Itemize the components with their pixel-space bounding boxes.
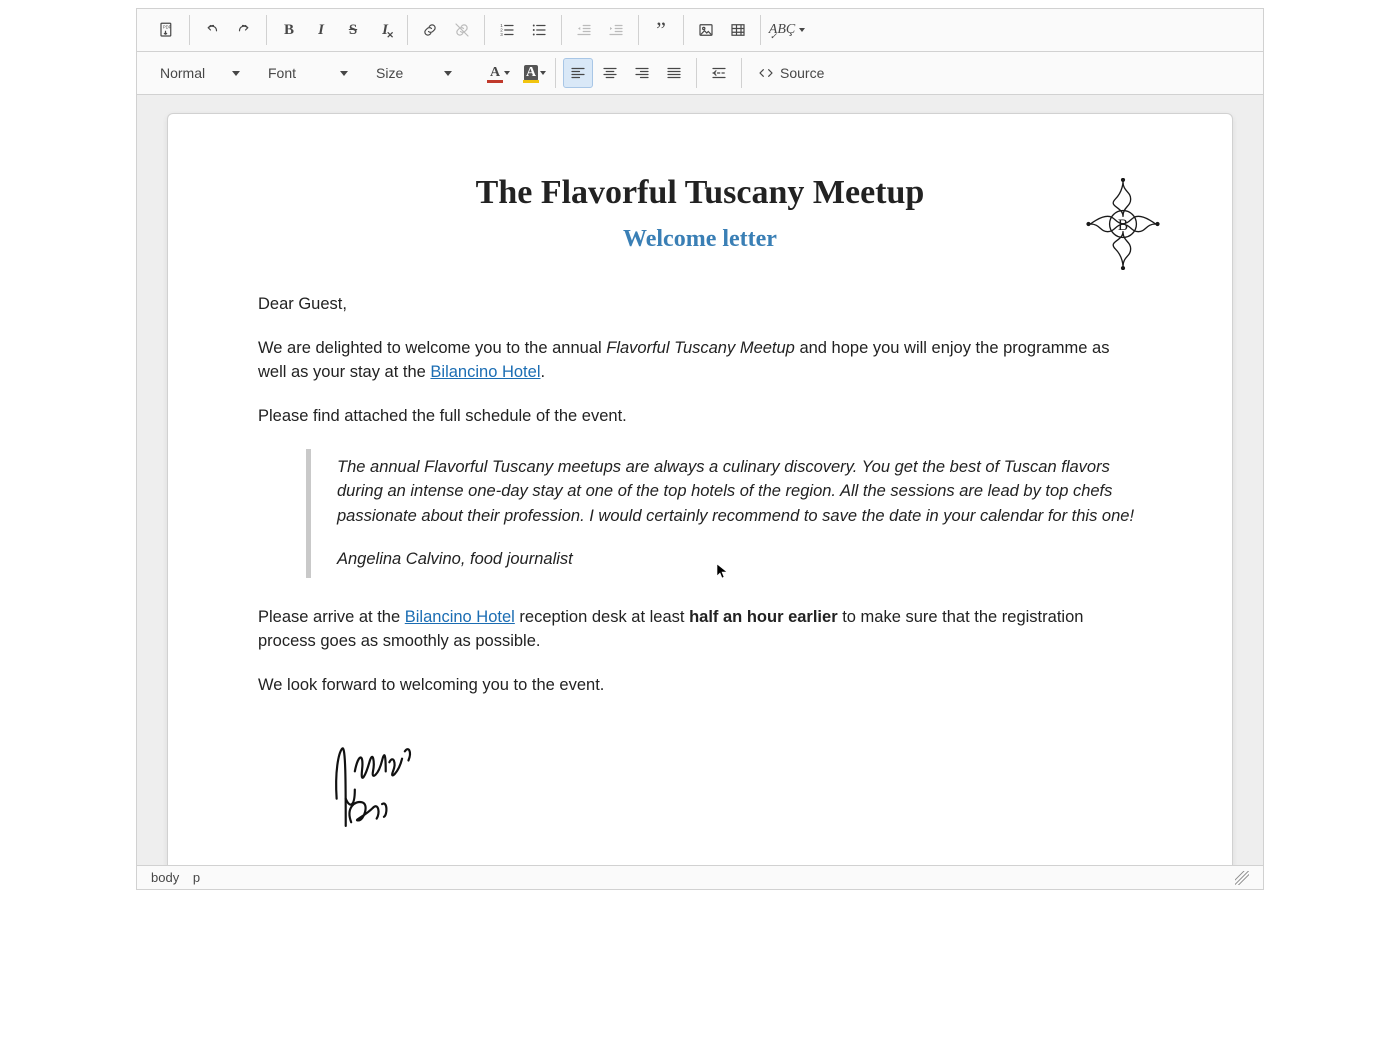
path-p[interactable]: p [193, 870, 200, 885]
unlink-button [447, 15, 477, 45]
source-button[interactable]: Source [748, 58, 834, 88]
outdent-button [569, 15, 599, 45]
testimonial-blockquote[interactable]: The annual Flavorful Tuscany meetups are… [306, 449, 1142, 578]
path-body[interactable]: body [151, 870, 179, 885]
font-family-value: Font [268, 65, 296, 81]
elements-path[interactable]: body p [151, 870, 200, 885]
signature-image [318, 735, 428, 835]
quote-attribution: Angelina Calvino, food journalist [337, 547, 1142, 572]
font-size-select[interactable]: Size [365, 58, 461, 88]
italic-button[interactable]: I [306, 15, 336, 45]
undo-button[interactable] [197, 15, 227, 45]
quote-body: The annual Flavorful Tuscany meetups are… [337, 458, 1134, 526]
table-button[interactable] [723, 15, 753, 45]
align-justify-button[interactable] [659, 58, 689, 88]
background-color-button[interactable]: A [514, 58, 548, 88]
blockquote-button[interactable]: ” [646, 15, 676, 45]
greeting-paragraph[interactable]: Dear Guest, [258, 293, 1142, 317]
link-button[interactable] [415, 15, 445, 45]
align-center-button[interactable] [595, 58, 625, 88]
resize-grip[interactable] [1235, 871, 1249, 885]
source-button-label: Source [780, 65, 824, 81]
svg-text:PDF: PDF [163, 25, 172, 30]
font-family-select[interactable]: Font [257, 58, 357, 88]
font-size-value: Size [376, 65, 403, 81]
hotel-link-2[interactable]: Bilancino Hotel [405, 608, 515, 626]
remove-format-button[interactable]: I✕ [370, 15, 400, 45]
schedule-paragraph[interactable]: Please find attached the full schedule o… [258, 405, 1142, 429]
editor-content-scroll[interactable]: B The Flavorful Tuscany Meetup Welcome l… [137, 95, 1263, 865]
svg-text:3: 3 [500, 32, 503, 37]
paragraph-format-select[interactable]: Normal [149, 58, 249, 88]
export-pdf-button[interactable]: PDF [152, 15, 182, 45]
numbered-list-button[interactable]: 123 [492, 15, 522, 45]
page-subtitle[interactable]: Welcome letter [258, 226, 1142, 253]
bold-button[interactable]: B [274, 15, 304, 45]
arrival-paragraph[interactable]: Please arrive at the Bilancino Hotel rec… [258, 606, 1142, 654]
spellcheck-button[interactable]: ABÇ✓ [768, 15, 806, 45]
indent-button [601, 15, 631, 45]
page-title[interactable]: The Flavorful Tuscany Meetup [258, 174, 1142, 212]
toolbar-row-1: PDF B I S I✕ [137, 9, 1263, 52]
redo-button[interactable] [229, 15, 259, 45]
toolbar-row-2: Normal Font Size A A [137, 52, 1263, 95]
insert-page-break-button[interactable] [704, 58, 734, 88]
paragraph-format-value: Normal [160, 65, 205, 81]
image-button[interactable] [691, 15, 721, 45]
bulleted-list-button[interactable] [524, 15, 554, 45]
align-left-button[interactable] [563, 58, 593, 88]
editor-page[interactable]: B The Flavorful Tuscany Meetup Welcome l… [167, 113, 1233, 865]
text-color-button[interactable]: A [478, 58, 512, 88]
hotel-crest-icon: B [1084, 178, 1162, 270]
align-right-button[interactable] [627, 58, 657, 88]
intro-paragraph[interactable]: We are delighted to welcome you to the a… [258, 337, 1142, 385]
editor-frame: PDF B I S I✕ [136, 8, 1264, 890]
closing-paragraph[interactable]: We look forward to welcoming you to the … [258, 674, 1142, 698]
hotel-link-1[interactable]: Bilancino Hotel [430, 363, 540, 381]
elements-path-bar: body p [137, 865, 1263, 889]
strikethrough-button[interactable]: S [338, 15, 368, 45]
